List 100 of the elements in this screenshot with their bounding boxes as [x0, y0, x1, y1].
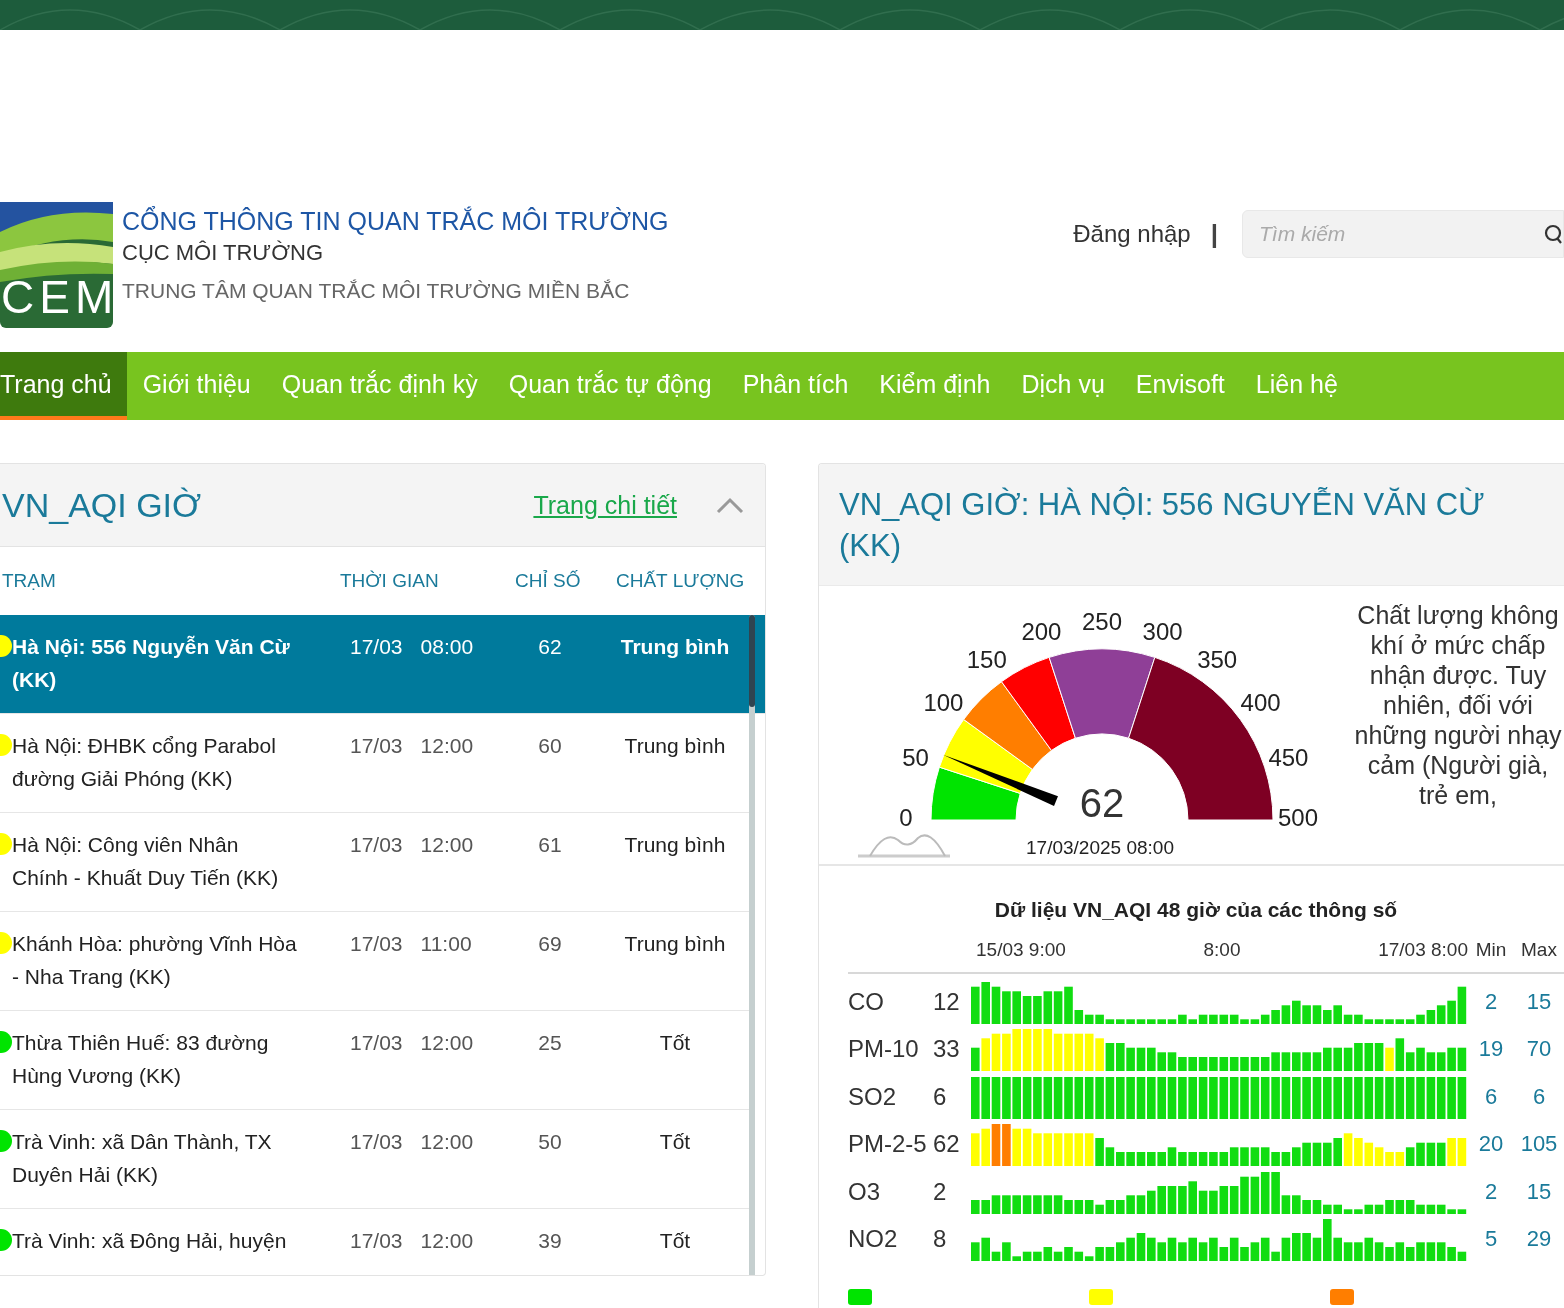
station-name: Hà Nội: ĐHBK cổng Parabol đường Giải Phóng (KK): [12, 733, 277, 792]
min-value: 2: [1483, 1178, 1499, 1205]
gauge-scale-label: 500: [1278, 804, 1318, 832]
quality-label: Tốt: [658, 1030, 692, 1056]
parameter-name: SO2: [848, 1082, 898, 1111]
quality-label: Trung bình: [623, 733, 727, 759]
parameter-name: CO: [848, 987, 885, 1016]
max-value: 105: [1519, 1131, 1559, 1158]
parameter-value: 12: [933, 987, 961, 1016]
column-header[interactable]: TRẠM: [0, 570, 340, 592]
date-text: 17/03: [350, 733, 403, 759]
min-value: 6: [1483, 1083, 1499, 1110]
gauge-scale-label: 50: [902, 743, 929, 771]
parameter-name: NO2: [848, 1225, 899, 1254]
site-subtitle: CỤC MÔI TRƯỜNG: [122, 239, 325, 267]
time-text: 11:00: [420, 931, 472, 957]
max-value: 6: [1531, 1083, 1547, 1110]
time-label: 17/03 8:00: [1378, 939, 1468, 961]
date-text: 17/03: [350, 634, 403, 660]
nav-item[interactable]: Trang chủ: [0, 352, 127, 420]
station-name: Hà Nội: 556 Nguyễn Văn Cừ (KK): [12, 634, 291, 693]
column-header[interactable]: THỜI GIAN: [340, 570, 510, 592]
separator: |: [1210, 218, 1218, 250]
station-name: Thừa Thiên Huế: 83 đường Hùng Vương (KK): [12, 1030, 270, 1089]
date-text: 17/03: [350, 832, 403, 858]
time-text: 12:00: [420, 1228, 474, 1254]
table-row[interactable]: Hà Nội: 556 Nguyễn Văn Cừ (KK) 17/03 08:00 62 Trung bình: [0, 615, 765, 714]
site-title: CỔNG THÔNG TIN QUAN TRẮC MÔI TRƯỜNG: [122, 206, 669, 236]
station-name: Hà Nội: Công viên Nhân Chính - Khuất Duy Tiến (KK): [12, 832, 280, 891]
column-header[interactable]: CHỈ SỐ: [510, 570, 616, 592]
quality-label: Trung bình: [623, 832, 727, 858]
column-header: Min: [1474, 939, 1508, 961]
parameter-value: 2: [933, 1177, 948, 1206]
table-row[interactable]: Thừa Thiên Huế: 83 đường Hùng Vương (KK) 17/03 12:00 25 Tốt: [0, 1011, 749, 1110]
gauge-scale-label: 0: [899, 804, 913, 832]
index-value: 69: [537, 931, 563, 957]
air-quality-description: Chất lượng không khí ở mức chấp nhận được. Tuy nhiên, đối với những người nhạy cảm (Người già, trẻ em,: [1353, 600, 1563, 810]
index-value: 61: [537, 832, 563, 858]
date-text: 17/03: [350, 1228, 403, 1254]
min-value: 19: [1477, 1036, 1505, 1063]
column-header[interactable]: CHẤT LƯỢNG: [616, 570, 765, 592]
quality-label: Tốt: [658, 1129, 692, 1155]
parameter-name: PM-2-5: [848, 1130, 928, 1159]
date-text: 17/03: [350, 1030, 403, 1056]
station-name: Trà Vinh: xã Đông Hải, huyện: [12, 1228, 288, 1254]
chart-title: Dữ liệu VN_AQI 48 giờ của các thông số: [993, 898, 1399, 922]
gauge-scale-label: 250: [1082, 608, 1122, 636]
index-value: 62: [537, 634, 563, 660]
parameter-value: 6: [933, 1082, 948, 1111]
gauge-scale-label: 200: [1021, 617, 1062, 645]
parameter-value: 33: [933, 1035, 961, 1064]
login-link[interactable]: Đăng nhập: [1073, 220, 1191, 248]
min-value: 20: [1477, 1131, 1505, 1158]
parameter-value: 8: [933, 1225, 948, 1254]
min-value: 5: [1483, 1226, 1499, 1253]
time-text: 12:00: [420, 832, 474, 858]
max-value: 29: [1525, 1226, 1553, 1253]
gauge-scale-label: 100: [923, 689, 964, 717]
panel-title: VN_AQI GIỜ: [1, 485, 202, 525]
gauge-scale-label: 450: [1268, 743, 1309, 771]
time-text: 12:00: [420, 733, 474, 759]
table-row[interactable]: Khánh Hòa: phường Vĩnh Hòa - Nha Trang (KK) 17/03 11:00 69 Trung bình: [0, 912, 749, 1011]
max-value: 15: [1525, 988, 1553, 1015]
station-name: Trà Vinh: xã Dân Thành, TX Duyên Hải (KK): [12, 1129, 273, 1188]
gauge-scale-label: 350: [1197, 645, 1238, 673]
column-header: Max: [1520, 939, 1558, 961]
index-value: 60: [537, 733, 563, 759]
panel-title: VN_AQI GIỜ: HÀ NỘI: 556 NGUYỄN VĂN CỪ (KK): [839, 486, 1486, 565]
time-text: 12:00: [420, 1030, 474, 1056]
max-value: 15: [1525, 1178, 1553, 1205]
parameter-value: 62: [933, 1130, 961, 1159]
quality-label: Trung bình: [623, 931, 727, 957]
timestamp: 17/03/2025 08:00: [1026, 837, 1174, 858]
gauge-value: 62: [1079, 780, 1125, 825]
time-label: 15/03 9:00: [976, 939, 1066, 961]
table-row[interactable]: Hà Nội: Công viên Nhân Chính - Khuất Duy Tiến (KK) 17/03 12:00 61 Trung bình: [0, 813, 749, 912]
parameter-name: O3: [848, 1177, 881, 1206]
index-value: 50: [537, 1129, 563, 1155]
gauge-scale-label: 400: [1240, 689, 1281, 717]
search-field[interactable]: Tìm kiếm: [1242, 210, 1564, 258]
detail-link[interactable]: Trang chi tiết: [533, 490, 677, 520]
parameter-name: PM-10: [848, 1035, 920, 1064]
min-value: 2: [1483, 988, 1499, 1015]
index-value: 25: [537, 1030, 563, 1056]
time-text: 12:00: [420, 1129, 474, 1155]
gauge-scale-label: 300: [1142, 617, 1183, 645]
max-value: 70: [1525, 1036, 1553, 1063]
table-row[interactable]: Hà Nội: ĐHBK cổng Parabol đường Giải Phóng (KK) 17/03 12:00 60 Trung bình: [0, 714, 749, 813]
table-row[interactable]: Trà Vinh: xã Dân Thành, TX Duyên Hải (KK) 17/03 12:00 50 Tốt: [0, 1110, 749, 1209]
organization-name: TRUNG TÂM QUAN TRẮC MÔI TRƯỜNG MIỀN BẮC: [122, 278, 631, 304]
quality-label: Trung bình: [619, 634, 731, 660]
date-text: 17/03: [350, 1129, 403, 1155]
station-name: Khánh Hòa: phường Vĩnh Hòa - Nha Trang (KK): [12, 931, 297, 990]
date-text: 17/03: [350, 931, 403, 957]
quality-label: Tốt: [658, 1228, 692, 1254]
gauge-scale-label: 150: [966, 645, 1007, 673]
logo-text: CEM: [1, 270, 119, 324]
time-text: 08:00: [420, 634, 474, 660]
time-label: 8:00: [1203, 939, 1241, 961]
index-value: 39: [537, 1228, 563, 1254]
